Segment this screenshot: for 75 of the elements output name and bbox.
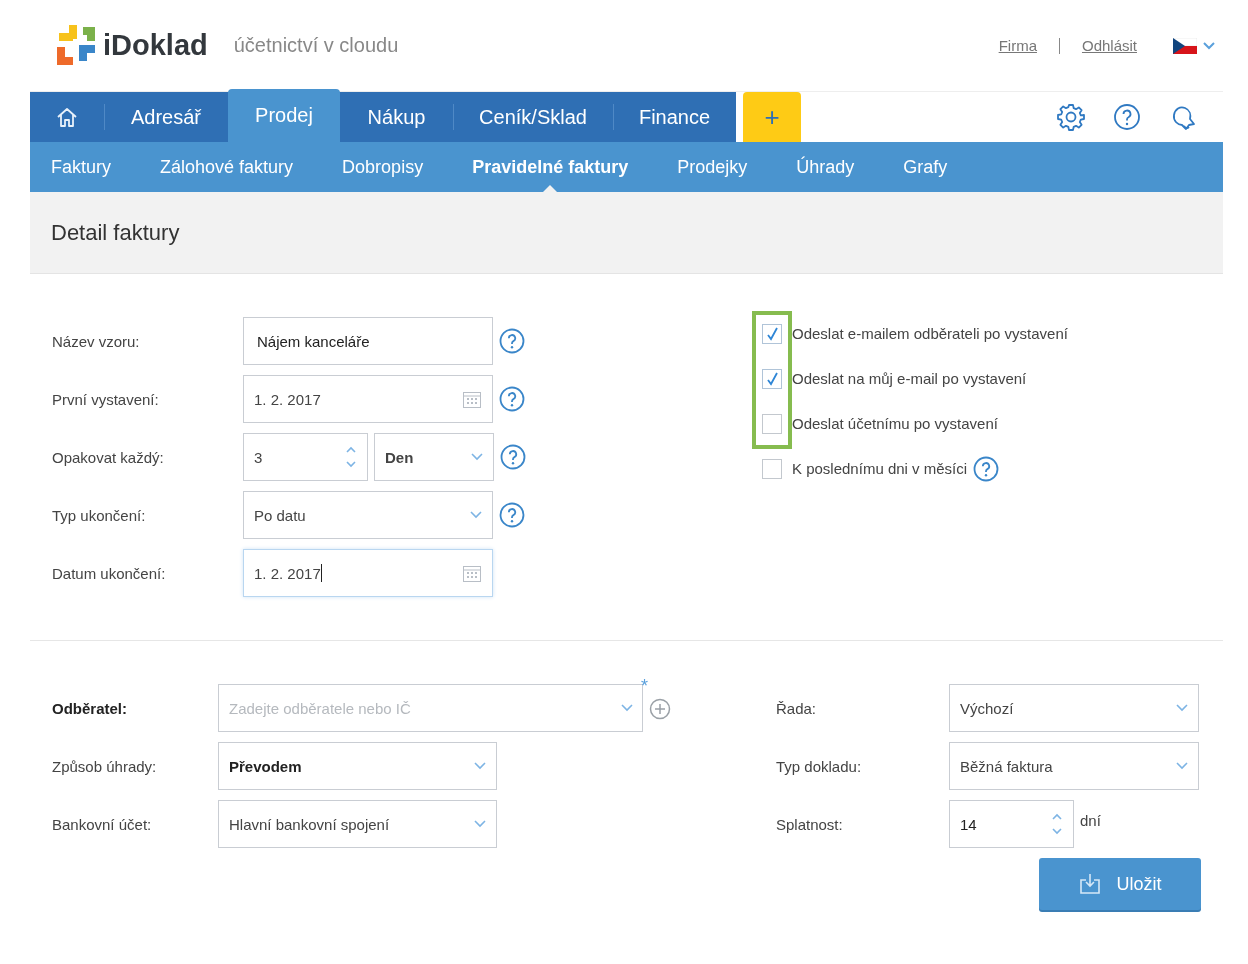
chevron-down-icon bbox=[471, 453, 483, 461]
nav-tab[interactable]: Prodej bbox=[228, 89, 340, 142]
subnav-tab[interactable]: Prodejky bbox=[677, 142, 772, 192]
subnav-tab[interactable]: Úhrady bbox=[796, 142, 879, 192]
select-field[interactable]: Převodem bbox=[218, 742, 497, 790]
help-icon[interactable] bbox=[1113, 103, 1141, 131]
help-icon[interactable] bbox=[499, 328, 525, 354]
checkbox-label[interactable]: Odeslat e-mailem odběrateli po vystavení bbox=[792, 325, 1068, 342]
field-label: Opakovat každý: bbox=[52, 448, 165, 466]
help-icon[interactable] bbox=[500, 444, 526, 470]
checkbox-label[interactable]: Odeslat účetnímu po vystavení bbox=[792, 415, 998, 432]
field-label: Název vzoru: bbox=[52, 332, 141, 350]
number-field[interactable]: 3 bbox=[243, 433, 368, 481]
field-label: Řada: bbox=[776, 699, 818, 717]
subnav-tab[interactable]: Faktury bbox=[51, 142, 135, 192]
checkbox-label[interactable]: Odeslat na můj e-mail po vystavení bbox=[792, 370, 1027, 387]
stepper-icon[interactable] bbox=[1051, 811, 1063, 837]
field-label: Způsob úhrady: bbox=[52, 757, 158, 775]
customer-field[interactable]: Zadejte odběratele nebo IČ bbox=[218, 684, 643, 732]
date-field[interactable]: 1. 2. 2017 bbox=[243, 549, 493, 597]
download-icon bbox=[1078, 872, 1103, 896]
settings-icon[interactable] bbox=[1057, 103, 1085, 131]
chevron-down-icon bbox=[1176, 762, 1188, 770]
nav-tab[interactable]: Ceník/Sklad bbox=[453, 92, 613, 142]
checkbox[interactable] bbox=[762, 413, 782, 434]
tagline: účetnictví v cloudu bbox=[233, 34, 399, 57]
unit-label: dní bbox=[1080, 812, 1101, 829]
language-selector[interactable] bbox=[1173, 37, 1215, 54]
logo-icon bbox=[55, 24, 97, 67]
subnav-tab[interactable]: Pravidelné faktury bbox=[472, 142, 653, 192]
home-icon bbox=[55, 106, 79, 128]
select-field[interactable]: Po datu bbox=[243, 491, 493, 539]
field-label: Splatnost: bbox=[776, 815, 844, 833]
page-title: Detail faktury bbox=[51, 219, 180, 246]
add-icon[interactable] bbox=[649, 698, 671, 720]
chevron-down-icon bbox=[1176, 704, 1188, 712]
header-link[interactable]: Odhlásit bbox=[1081, 37, 1137, 54]
chevron-down-icon bbox=[1203, 41, 1215, 50]
chevron-down-icon[interactable] bbox=[621, 704, 633, 712]
flag-icon bbox=[1173, 37, 1197, 54]
unit-select[interactable]: Den bbox=[374, 433, 494, 481]
nav-tab[interactable]: Adresář bbox=[104, 92, 228, 142]
help-icon[interactable] bbox=[499, 386, 525, 412]
field-label: Bankovní účet: bbox=[52, 815, 153, 833]
required-mark: * bbox=[641, 676, 648, 697]
save-button[interactable]: Uložit bbox=[1039, 858, 1201, 910]
field-label: Datum ukončení: bbox=[52, 564, 167, 582]
field-label: Typ ukončení: bbox=[52, 506, 147, 524]
select-field[interactable]: Hlavní bankovní spojení bbox=[218, 800, 497, 848]
text-field[interactable]: Nájem kanceláře bbox=[243, 317, 493, 365]
logo-text: iDoklad bbox=[103, 29, 208, 62]
add-button[interactable]: + bbox=[743, 92, 801, 142]
chevron-down-icon bbox=[474, 820, 486, 828]
chevron-down-icon bbox=[474, 762, 486, 770]
chevron-down-icon bbox=[470, 511, 482, 519]
checkbox[interactable] bbox=[762, 368, 782, 389]
header-link[interactable]: Firma bbox=[998, 37, 1037, 54]
select-field[interactable]: Výchozí bbox=[949, 684, 1199, 732]
checkbox-label[interactable]: K poslednímu dni v měsíci bbox=[792, 460, 968, 477]
checkbox[interactable] bbox=[762, 323, 782, 344]
field-label: První vystavení: bbox=[52, 390, 160, 408]
field-label: Odběratel: bbox=[52, 699, 128, 717]
nav-tab[interactable]: Nákup bbox=[340, 92, 453, 142]
subnav-tab[interactable]: Zálohové faktury bbox=[160, 142, 318, 192]
checkbox[interactable] bbox=[762, 458, 782, 479]
select-field[interactable]: Běžná faktura bbox=[949, 742, 1199, 790]
subnav-tab[interactable]: Dobropisy bbox=[342, 142, 448, 192]
subnav-tab[interactable]: Grafy bbox=[903, 142, 972, 192]
stepper-icon[interactable] bbox=[345, 444, 357, 470]
help-icon[interactable] bbox=[973, 455, 1000, 482]
nav-tab[interactable]: Finance bbox=[613, 92, 736, 142]
date-field[interactable]: 1. 2. 2017 bbox=[243, 375, 493, 423]
field-label: Typ dokladu: bbox=[776, 757, 863, 775]
help-icon[interactable] bbox=[499, 502, 525, 528]
number-field[interactable]: 14 bbox=[949, 800, 1074, 848]
